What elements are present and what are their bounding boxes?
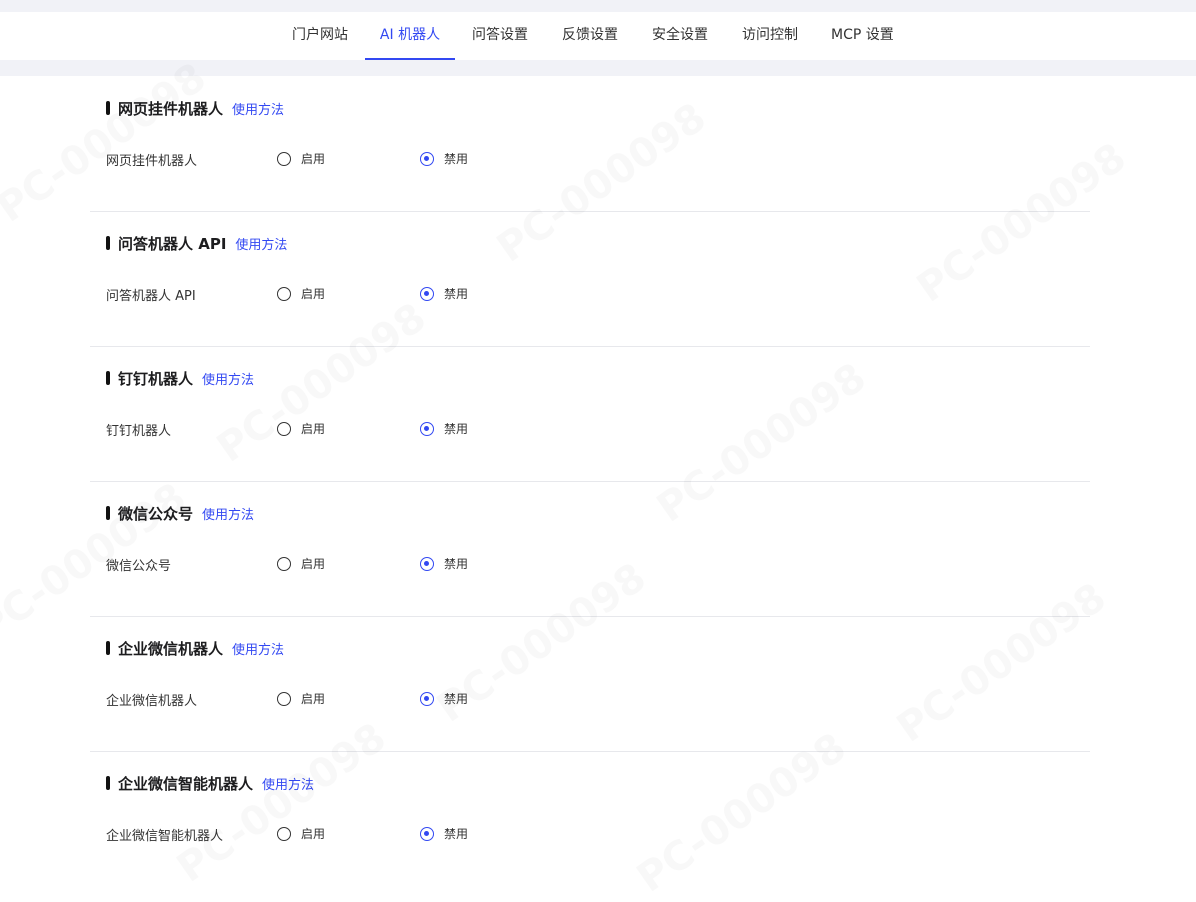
- radio-label: 禁用: [444, 287, 469, 301]
- radio-circle-checked[interactable]: [420, 556, 434, 571]
- section-header: 问答机器人 API 使用方法: [106, 232, 287, 254]
- radio-label: 启用: [301, 287, 326, 301]
- section-title: 企业微信智能机器人: [118, 774, 254, 793]
- setting-label: 企业微信智能机器人: [106, 829, 224, 844]
- usage-link[interactable]: 使用方法: [202, 369, 254, 388]
- radio-circle-checked[interactable]: [420, 286, 434, 301]
- setting-label: 企业微信机器人: [106, 694, 198, 709]
- radio-label: 启用: [301, 152, 326, 166]
- radio-label: 禁用: [444, 152, 469, 166]
- usage-link[interactable]: 使用方法: [232, 99, 284, 118]
- section-marker: [106, 101, 110, 115]
- setting-label: 钉钉机器人: [106, 424, 172, 439]
- setting-label: 问答机器人 API: [106, 289, 196, 304]
- enable-radio[interactable]: 启用: [277, 690, 325, 707]
- disable-radio[interactable]: 禁用: [420, 555, 468, 572]
- radio-label: 启用: [301, 557, 326, 571]
- radio-label: 禁用: [444, 692, 469, 706]
- section-title: 网页挂件机器人: [118, 99, 224, 118]
- section-marker: [106, 776, 110, 790]
- radio-label: 启用: [301, 827, 326, 841]
- radio-circle[interactable]: [277, 691, 291, 706]
- tab-ai-robot[interactable]: AI 机器人: [365, 12, 455, 60]
- tab-mcp-settings[interactable]: MCP 设置: [831, 12, 894, 60]
- section-wecom-robot: 企业微信机器人 使用方法 企业微信机器人 启用 禁用: [90, 616, 1090, 752]
- radio-label: 禁用: [444, 422, 469, 436]
- radio-circle[interactable]: [277, 826, 291, 841]
- ai-robot-settings-panel: 网页挂件机器人 使用方法 网页挂件机器人 启用 禁用 问答机器人 API 使用方…: [0, 76, 1196, 880]
- radio-circle-checked[interactable]: [420, 421, 434, 436]
- radio-circle-checked[interactable]: [420, 691, 434, 706]
- usage-link[interactable]: 使用方法: [202, 504, 254, 523]
- radio-circle[interactable]: [277, 421, 291, 436]
- radio-label: 启用: [301, 692, 326, 706]
- top-background-strip: [0, 0, 1196, 12]
- section-title: 微信公众号: [118, 504, 194, 523]
- radio-label: 禁用: [444, 827, 469, 841]
- radio-circle-checked[interactable]: [420, 826, 434, 841]
- enable-radio[interactable]: 启用: [277, 555, 325, 572]
- radio-circle[interactable]: [277, 151, 291, 166]
- section-title: 企业微信机器人: [118, 639, 224, 658]
- tab-qa-settings[interactable]: 问答设置: [472, 12, 528, 60]
- disable-radio[interactable]: 禁用: [420, 285, 468, 302]
- disable-radio[interactable]: 禁用: [420, 825, 468, 842]
- section-marker: [106, 641, 110, 655]
- radio-circle-checked[interactable]: [420, 151, 434, 166]
- enable-radio[interactable]: 启用: [277, 825, 325, 842]
- radio-label: 启用: [301, 422, 326, 436]
- section-header: 网页挂件机器人 使用方法: [106, 97, 284, 119]
- tab-portal-website[interactable]: 门户网站: [292, 12, 348, 60]
- section-wecom-smart-robot: 企业微信智能机器人 使用方法 企业微信智能机器人 启用 禁用: [90, 751, 1090, 880]
- section-title: 问答机器人 API: [118, 234, 227, 253]
- enable-radio[interactable]: 启用: [277, 285, 325, 302]
- section-dingtalk-robot: 钉钉机器人 使用方法 钉钉机器人 启用 禁用: [90, 346, 1090, 482]
- usage-link[interactable]: 使用方法: [232, 639, 284, 658]
- tab-feedback-settings[interactable]: 反馈设置: [562, 12, 618, 60]
- radio-circle[interactable]: [277, 556, 291, 571]
- tab-security-settings[interactable]: 安全设置: [652, 12, 708, 60]
- tab-access-control[interactable]: 访问控制: [742, 12, 798, 60]
- section-title: 钉钉机器人: [118, 369, 194, 388]
- section-header: 钉钉机器人 使用方法: [106, 367, 254, 389]
- disable-radio[interactable]: 禁用: [420, 150, 468, 167]
- section-marker: [106, 506, 110, 520]
- radio-circle[interactable]: [277, 286, 291, 301]
- section-marker: [106, 236, 110, 250]
- tab-bar-gap: [0, 60, 1196, 76]
- disable-radio[interactable]: 禁用: [420, 690, 468, 707]
- setting-label: 网页挂件机器人: [106, 154, 198, 169]
- section-marker: [106, 371, 110, 385]
- section-qa-robot-api: 问答机器人 API 使用方法 问答机器人 API 启用 禁用: [90, 211, 1090, 347]
- disable-radio[interactable]: 禁用: [420, 420, 468, 437]
- section-header: 企业微信机器人 使用方法: [106, 637, 284, 659]
- enable-radio[interactable]: 启用: [277, 420, 325, 437]
- usage-link[interactable]: 使用方法: [235, 234, 287, 253]
- usage-link[interactable]: 使用方法: [262, 774, 314, 793]
- enable-radio[interactable]: 启用: [277, 150, 325, 167]
- section-web-widget-robot: 网页挂件机器人 使用方法 网页挂件机器人 启用 禁用: [90, 76, 1090, 212]
- section-header: 微信公众号 使用方法: [106, 502, 254, 524]
- settings-tab-bar: 门户网站 AI 机器人 问答设置 反馈设置 安全设置 访问控制 MCP 设置: [0, 12, 1196, 60]
- section-wechat-official-account: 微信公众号 使用方法 微信公众号 启用 禁用: [90, 481, 1090, 617]
- radio-label: 禁用: [444, 557, 469, 571]
- setting-label: 微信公众号: [106, 559, 172, 574]
- section-header: 企业微信智能机器人 使用方法: [106, 772, 314, 794]
